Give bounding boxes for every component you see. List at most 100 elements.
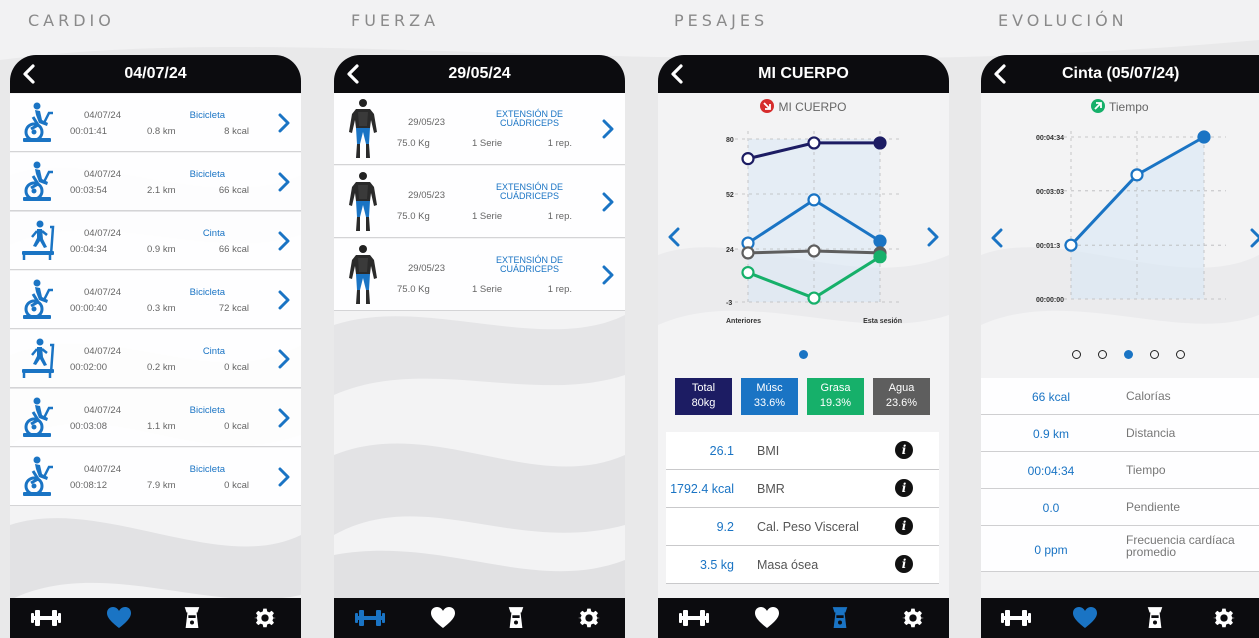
chevron-right-icon[interactable] [277, 172, 291, 192]
dumbbell-icon [679, 606, 709, 630]
heart-icon [1072, 606, 1098, 630]
tab-cardio[interactable] [425, 603, 461, 633]
tab-settings[interactable] [247, 603, 283, 633]
tab-weighing[interactable] [174, 603, 210, 633]
info-icon[interactable]: i [895, 441, 913, 459]
info-icon[interactable]: i [895, 517, 913, 535]
metric-value: 26.1 [709, 444, 734, 458]
back-arrow-icon[interactable] [344, 64, 362, 84]
tab-strength[interactable] [352, 603, 388, 633]
data-point [1130, 168, 1144, 182]
activity-row[interactable]: 04/07/24 00:03:54 Bicicleta 2.1 km 66 kcal [10, 153, 301, 211]
chevron-right-icon[interactable] [601, 265, 615, 285]
chevron-right-icon[interactable] [277, 113, 291, 133]
section-title-cardio: CARDIO [28, 11, 115, 30]
tab-bar [658, 598, 949, 638]
data-point [873, 234, 887, 248]
metric-row: 1792.4 kcal BMR i [666, 470, 939, 508]
data-point [807, 244, 821, 258]
next-chart-arrow-icon[interactable] [926, 227, 940, 247]
tab-strength[interactable] [998, 603, 1034, 633]
tab-weighing[interactable] [822, 603, 858, 633]
exercise-weight: 75.0 Kg [397, 211, 430, 222]
tab-cardio[interactable] [1067, 603, 1103, 633]
summary-label: Calorías [1126, 389, 1171, 403]
exercise-name: EXTENSIÓN DE CUÁDRICEPS [495, 182, 563, 201]
chevron-right-icon[interactable] [277, 349, 291, 369]
data-point [873, 250, 887, 264]
y-tick-label: 52 [726, 192, 734, 199]
tab-bar [10, 598, 301, 638]
tab-cardio[interactable] [101, 603, 137, 633]
chevron-right-icon[interactable] [277, 231, 291, 251]
back-arrow-icon[interactable] [20, 64, 38, 84]
tab-settings[interactable] [1206, 603, 1242, 633]
back-arrow-icon[interactable] [668, 64, 686, 84]
activity-calories: 66 kcal [218, 244, 249, 255]
prev-chart-arrow-icon[interactable] [667, 227, 681, 247]
activity-row[interactable]: 04/07/24 00:02:00 Cinta 0.2 km 0 kcal [10, 330, 301, 388]
chevron-right-icon[interactable] [277, 290, 291, 310]
summary-value: 00:04:34 [1027, 464, 1075, 478]
activity-row[interactable]: 04/07/24 00:08:12 Bicicleta 7.9 km 0 kcal [10, 448, 301, 506]
tab-cardio[interactable] [749, 603, 785, 633]
composition-boxes: Total 80kg Músc 33.6% Grasa 19.3% Agua 23.6% [675, 378, 930, 415]
info-icon[interactable]: i [895, 555, 913, 573]
metric-value: 3.5 kg [699, 558, 734, 572]
gear-icon [578, 607, 600, 629]
info-icon[interactable]: i [895, 479, 913, 497]
activity-row[interactable]: 04/07/24 00:00:40 Bicicleta 0.3 km 72 kcal [10, 271, 301, 329]
exercise-weight: 75.0 Kg [397, 138, 430, 149]
data-point [741, 152, 755, 166]
exercise-row[interactable]: 29/05/23 EXTENSIÓN DE CUÁDRICEPS 75.0 Kg 1 … [334, 239, 625, 311]
activity-type: Bicicleta [189, 405, 225, 416]
tab-settings[interactable] [571, 603, 607, 633]
composition-box: Grasa 19.3% [807, 378, 864, 415]
screen-title: 04/07/24 [124, 65, 187, 82]
scale-icon [1145, 605, 1165, 631]
chevron-right-icon[interactable] [601, 119, 615, 139]
data-point [741, 265, 755, 280]
tab-bar [334, 598, 625, 638]
exercise-reps: 1 rep. [547, 284, 572, 295]
summary-label: Distancia [1126, 426, 1176, 440]
prev-chart-arrow-icon[interactable] [990, 228, 1004, 248]
activity-row[interactable]: 04/07/24 00:03:08 Bicicleta 1.1 km 0 kcal [10, 389, 301, 447]
data-point [1064, 238, 1078, 252]
phone-pesajes: MI CUERPO MI CUERPO 80 52 24 -3 Anteriores Es… [658, 55, 949, 638]
composition-box: Músc 33.6% [741, 378, 798, 415]
tab-strength[interactable] [28, 603, 64, 633]
back-arrow-icon[interactable] [991, 64, 1009, 84]
heart-icon [430, 606, 456, 630]
body-icon [346, 98, 380, 160]
arrow-up-circle-icon [1091, 99, 1105, 113]
tab-weighing[interactable] [498, 603, 534, 633]
page-indicator-dot[interactable] [1072, 350, 1081, 359]
dumbbell-icon [31, 606, 61, 630]
bike-icon [20, 396, 56, 438]
top-bar: MI CUERPO [658, 55, 949, 93]
exercise-row[interactable]: 29/05/23 EXTENSIÓN DE CUÁDRICEPS 75.0 Kg 1 … [334, 166, 625, 238]
chart-heading: Tiempo [1091, 99, 1149, 114]
page-indicator-dot[interactable] [1176, 350, 1185, 359]
bike-icon [20, 160, 56, 202]
page-indicator-dot[interactable] [1150, 350, 1159, 359]
page-indicator-dot[interactable] [1124, 350, 1133, 359]
next-chart-arrow-icon[interactable] [1249, 228, 1259, 248]
exercise-row[interactable]: 29/05/23 EXTENSIÓN DE CUÁDRICEPS 75.0 Kg 1 … [334, 93, 625, 165]
summary-row: 66 kcal Calorías [981, 378, 1259, 415]
heart-icon [754, 606, 780, 630]
activity-row[interactable]: 04/07/24 00:04:34 Cinta 0.9 km 66 kcal [10, 212, 301, 270]
chart-title: MI CUERPO [778, 100, 847, 114]
activity-row[interactable]: 04/07/24 00:01:41 Bicicleta 0.8 km 8 kcal [10, 94, 301, 152]
page-indicator-dot[interactable] [1098, 350, 1107, 359]
chevron-right-icon[interactable] [277, 467, 291, 487]
chevron-right-icon[interactable] [277, 408, 291, 428]
tab-settings[interactable] [895, 603, 931, 633]
chevron-right-icon[interactable] [601, 192, 615, 212]
exercise-weight: 75.0 Kg [397, 284, 430, 295]
tab-strength[interactable] [676, 603, 712, 633]
tab-weighing[interactable] [1137, 603, 1173, 633]
page-indicator-dot[interactable] [799, 350, 808, 359]
summary-label: Pendiente [1126, 500, 1181, 514]
